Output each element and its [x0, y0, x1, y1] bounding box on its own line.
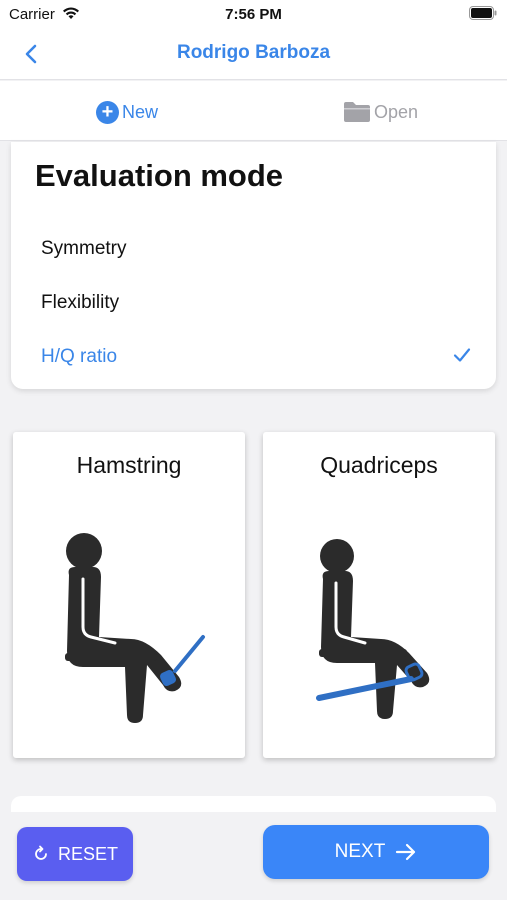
option-symmetry[interactable]: Symmetry — [41, 231, 471, 267]
clock: 7:56 PM — [225, 6, 282, 23]
evaluation-mode-card: Evaluation mode Symmetry Flexibility H/Q… — [11, 142, 496, 389]
new-button[interactable]: + New — [96, 99, 158, 125]
arrow-right-icon — [396, 843, 416, 861]
hamstring-card[interactable]: Hamstring — [13, 432, 245, 758]
status-bar: Carrier 7:56 PM — [0, 0, 507, 30]
option-label: Symmetry — [41, 238, 127, 259]
option-label: H/Q ratio — [41, 346, 118, 367]
plus-circle-icon: + — [96, 100, 119, 124]
quadriceps-card[interactable]: Quadriceps — [263, 432, 495, 758]
page-title: Rodrigo Barboza — [176, 42, 331, 63]
option-flexibility[interactable]: Flexibility — [41, 285, 471, 321]
next-label: NEXT — [334, 841, 386, 862]
navigation-bar: Rodrigo Barboza — [0, 30, 507, 80]
checkmark-icon — [453, 347, 471, 369]
hamstring-figure-icon — [65, 533, 205, 723]
hamstring-label: Hamstring — [76, 452, 182, 478]
reset-button[interactable]: RESET — [17, 827, 133, 881]
option-label: Flexibility — [41, 292, 120, 313]
reset-label: RESET — [57, 843, 118, 864]
evaluation-mode-title: Evaluation mode — [35, 158, 284, 193]
folder-icon — [344, 102, 370, 122]
option-hq-ratio[interactable]: H/Q ratio — [41, 339, 471, 375]
next-button[interactable]: NEXT — [263, 825, 489, 879]
open-label: Open — [374, 101, 419, 122]
open-button[interactable]: Open — [343, 99, 418, 125]
battery-icon — [469, 6, 497, 25]
quadriceps-figure-icon — [316, 539, 430, 719]
quadriceps-label: Quadriceps — [320, 452, 438, 478]
new-label: New — [122, 101, 159, 122]
refresh-icon — [35, 845, 47, 860]
action-segment: + New Open — [0, 81, 507, 141]
